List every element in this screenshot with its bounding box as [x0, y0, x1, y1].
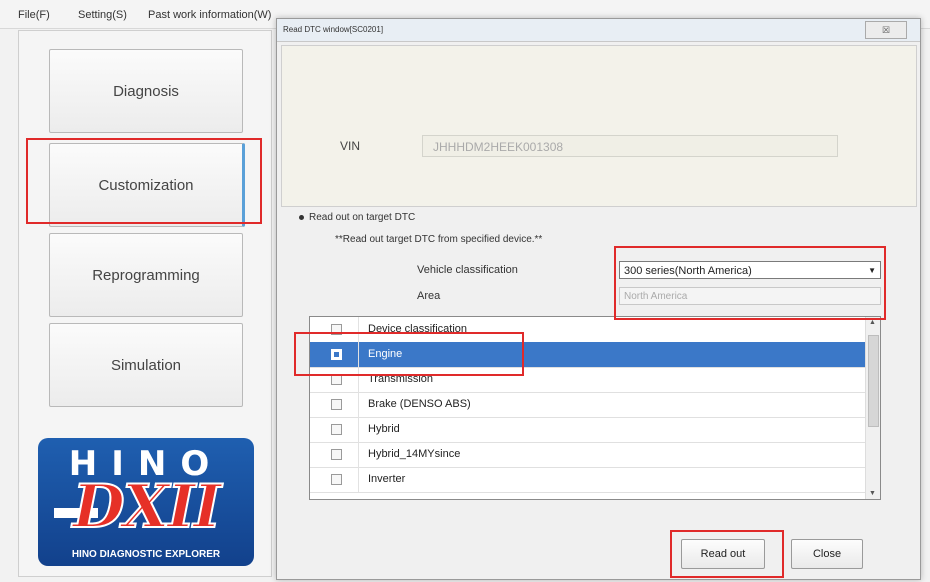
device-checkbox[interactable]	[331, 474, 342, 485]
list-item[interactable]: Transmission	[310, 367, 866, 393]
target-subheading: **Read out target DTC from specified dev…	[335, 234, 543, 245]
hino-dx2-logo: HINO DXII HINO DIAGNOSTIC EXPLORER	[38, 438, 254, 566]
logo-tagline: HINO DIAGNOSTIC EXPLORER	[71, 549, 221, 560]
header-checkbox[interactable]	[331, 324, 342, 335]
list-scrollbar[interactable]: ▲ ▼	[865, 317, 880, 499]
scroll-up-icon[interactable]: ▲	[869, 319, 876, 326]
area-label: Area	[417, 290, 441, 302]
list-item[interactable]: Brake (DENSO ABS)	[310, 392, 866, 418]
list-item[interactable]: Hybrid_14MYsince	[310, 442, 866, 468]
vin-field: JHHHDM2HEEK001308	[422, 135, 838, 157]
device-name: Hybrid_14MYsince	[368, 448, 461, 460]
device-checkbox[interactable]	[331, 424, 342, 435]
diagnosis-button[interactable]: Diagnosis	[49, 49, 243, 133]
device-checkbox[interactable]	[331, 399, 342, 410]
vin-label: VIN	[340, 139, 361, 153]
simulation-button[interactable]: Simulation	[49, 323, 243, 407]
dialog-titlebar[interactable]: Read DTC window[SC0201] ☒	[277, 19, 920, 42]
close-button[interactable]: Close	[791, 539, 863, 569]
device-list: Device classification Engine Transmissio…	[309, 316, 881, 500]
list-item[interactable]: Engine	[310, 342, 866, 368]
device-name: Engine	[368, 348, 403, 360]
window-close-icon[interactable]: ☒	[865, 21, 907, 39]
vin-panel: VIN JHHHDM2HEEK001308	[281, 45, 917, 207]
vehicle-class-select[interactable]: 300 series(North America) ▼	[619, 261, 881, 279]
device-name: Hybrid	[368, 423, 400, 435]
list-item[interactable]: Inverter	[310, 467, 866, 493]
device-name: Inverter	[368, 473, 406, 485]
read-dtc-dialog: Read DTC window[SC0201] ☒ VIN JHHHDM2HEE…	[276, 18, 921, 580]
read-target-radio[interactable]: Read out on target DTC	[299, 212, 415, 223]
reprogramming-button[interactable]: Reprogramming	[49, 233, 243, 317]
device-checkbox[interactable]	[331, 349, 342, 360]
vehicle-class-value: 300 series(North America)	[624, 265, 752, 277]
customization-button[interactable]: Customization	[49, 143, 245, 227]
area-select: North America	[619, 287, 881, 305]
menu-file[interactable]: File(F)	[18, 9, 50, 21]
scroll-thumb[interactable]	[868, 335, 879, 427]
device-name: Brake (DENSO ABS)	[368, 398, 471, 410]
list-item[interactable]: Hybrid	[310, 417, 866, 443]
menu-past-work[interactable]: Past work information(W)	[148, 9, 271, 21]
list-header-label: Device classification	[368, 323, 468, 335]
device-name: Transmission	[368, 373, 433, 385]
logo-product: DXII	[72, 471, 223, 543]
device-checkbox[interactable]	[331, 449, 342, 460]
radio-label: Read out on target DTC	[309, 212, 416, 223]
dropdown-arrow-icon: ▼	[868, 266, 876, 275]
read-out-button[interactable]: Read out	[681, 539, 765, 569]
device-checkbox[interactable]	[331, 374, 342, 385]
vehicle-class-label: Vehicle classification	[417, 264, 518, 276]
dialog-title: Read DTC window[SC0201]	[283, 25, 384, 34]
radio-selected-icon	[299, 215, 304, 220]
menu-setting[interactable]: Setting(S)	[78, 9, 127, 21]
scroll-down-icon[interactable]: ▼	[869, 490, 876, 497]
list-header: Device classification	[310, 317, 866, 343]
